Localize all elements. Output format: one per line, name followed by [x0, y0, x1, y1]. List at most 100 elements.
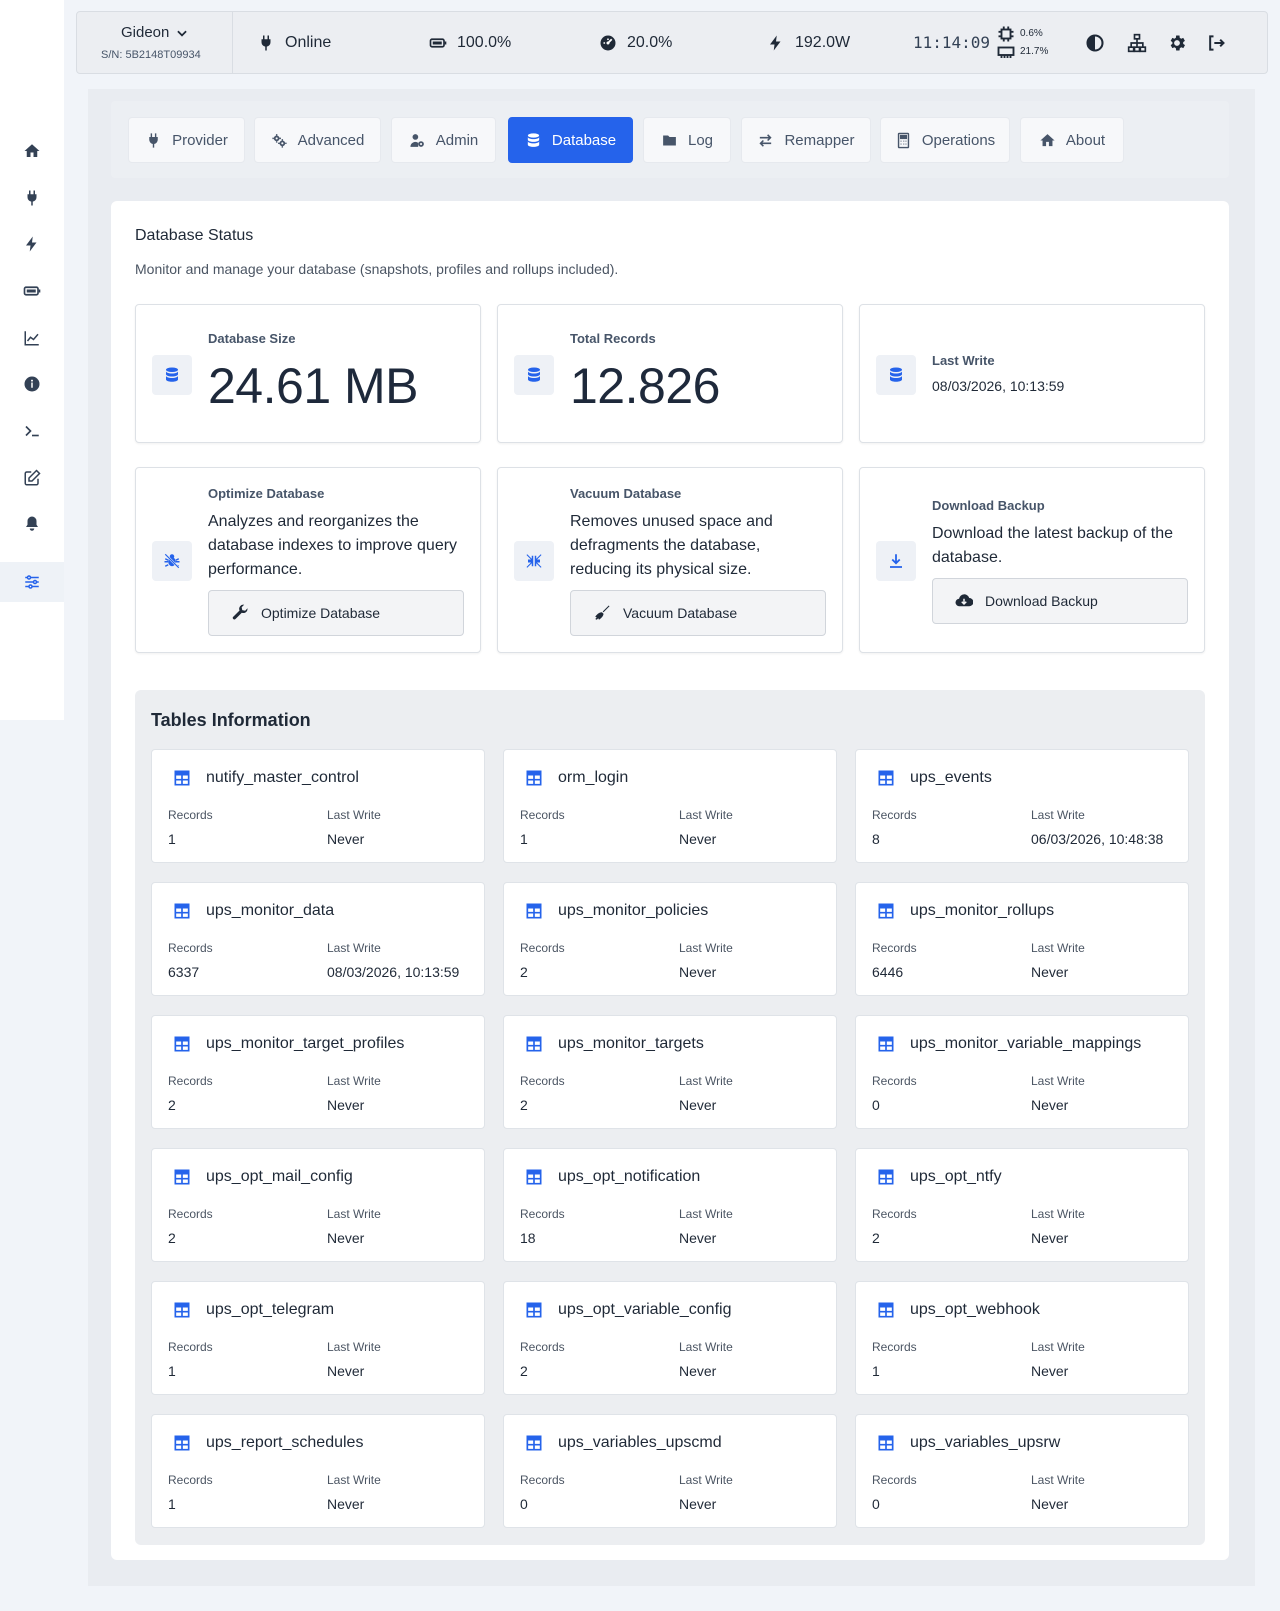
clock-value: 11:14:09	[913, 33, 991, 52]
table-card: ups_events Records Last Write 8 06/03/2026, …	[855, 749, 1189, 863]
table-name: nutify_master_control	[206, 769, 359, 786]
load-value: 20.0%	[627, 33, 673, 51]
table-name: ups_monitor_variable_mappings	[910, 1035, 1142, 1052]
records-label: Records	[520, 941, 565, 955]
plug-icon	[27, 190, 37, 206]
last-write-label: Last Write	[679, 1473, 733, 1487]
sidebar-terminal[interactable]	[0, 411, 64, 451]
sidebar-settings[interactable]	[0, 562, 64, 602]
status-load: 20.0%	[575, 12, 743, 73]
tab-log[interactable]: Log	[643, 117, 731, 163]
table-card: orm_login Records Last Write 1 Never	[503, 749, 837, 863]
table-card: ups_monitor_data Records Last Write 6337 08/…	[151, 882, 485, 996]
records-label: Records	[520, 1473, 565, 1487]
records-value: 0	[520, 1496, 528, 1512]
table-icon	[878, 1036, 894, 1052]
sidebar-home[interactable]	[0, 131, 64, 171]
last-write-label: Last Write	[327, 1473, 381, 1487]
table-card-header: nutify_master_control	[172, 768, 359, 788]
table-card: ups_opt_telegram Records Last Write 1 Never	[151, 1281, 485, 1395]
tab-provider[interactable]: Provider	[128, 117, 245, 163]
network-button[interactable]	[1127, 33, 1147, 53]
last-write-label: Last Write	[327, 941, 381, 955]
records-value: 2	[520, 964, 528, 980]
table-name: ups_monitor_policies	[558, 902, 709, 919]
table-card: ups_variables_upsrw Records Last Write 0 Nev…	[855, 1414, 1189, 1528]
arrows-icon	[759, 133, 773, 147]
sidebar-chart[interactable]	[0, 318, 64, 358]
main-panel: Provider Advanced Admin Database Log Rem…	[88, 89, 1255, 1586]
table-card: ups_opt_notification Records Last Write 18 N…	[503, 1148, 837, 1262]
database-status-panel: Database Status Monitor and manage your …	[111, 201, 1229, 1560]
device-selector[interactable]: Gideon S/N: 5B2148T09934	[77, 12, 233, 73]
sidebar-edit[interactable]	[0, 458, 64, 498]
table-icon	[526, 770, 542, 786]
table-card-header: ups_events	[876, 768, 992, 788]
gauge-icon	[600, 35, 616, 50]
last-write-value: Never	[1031, 1363, 1069, 1379]
records-label: Records	[872, 1473, 917, 1487]
records-value: 1	[168, 1363, 176, 1379]
download-backup-button[interactable]: Download Backup	[932, 578, 1188, 624]
table-icon	[878, 1435, 894, 1451]
tab-label: Operations	[921, 131, 996, 149]
sidebar-battery[interactable]	[0, 271, 64, 311]
records-label: Records	[520, 1074, 565, 1088]
records-label: Records	[520, 1207, 565, 1221]
cloud-download-icon	[955, 594, 973, 607]
table-icon	[174, 770, 190, 786]
tab-operations[interactable]: Operations	[880, 117, 1010, 163]
table-card-header: ups_report_schedules	[172, 1433, 363, 1453]
tab-about[interactable]: About	[1020, 117, 1124, 163]
tab-admin[interactable]: Admin	[391, 117, 496, 163]
sidebar	[0, 0, 64, 720]
table-icon	[526, 1302, 542, 1318]
table-name: ups_opt_ntfy	[910, 1168, 1002, 1185]
database-icon	[166, 367, 178, 382]
bolt-icon	[770, 35, 781, 50]
tab-remapper[interactable]: Remapper	[741, 117, 871, 163]
house-icon	[1040, 133, 1055, 146]
vacuum-database-button[interactable]: Vacuum Database	[570, 590, 826, 636]
status-power: 192.0W	[743, 12, 889, 73]
tab-database[interactable]: Database	[508, 117, 633, 163]
optimize-database-button[interactable]: Optimize Database	[208, 590, 464, 636]
tab-advanced[interactable]: Advanced	[254, 117, 381, 163]
sidebar-power[interactable]	[0, 224, 64, 264]
total-records-card: Total Records 12.826	[497, 304, 843, 443]
cpu-row: 0.6%	[997, 25, 1048, 43]
device-name: Gideon	[121, 24, 170, 41]
table-name: ups_opt_webhook	[910, 1301, 1040, 1318]
last-write-value: Never	[679, 964, 717, 980]
table-card-header: ups_monitor_rollups	[876, 901, 1054, 921]
database-icon	[528, 367, 540, 382]
records-label: Records	[168, 1340, 213, 1354]
last-write-value: Never	[327, 1496, 365, 1512]
table-icon	[526, 1036, 542, 1052]
terminal-icon	[25, 425, 39, 437]
settings-button[interactable]	[1167, 33, 1187, 53]
theme-toggle[interactable]	[1085, 33, 1105, 53]
last-write-value: Never	[1031, 1230, 1069, 1246]
table-card-header: ups_monitor_variable_mappings	[876, 1034, 1141, 1054]
status-online: Online	[233, 12, 405, 73]
last-write-value: 08/03/2026, 10:13:59	[327, 964, 460, 980]
records-label: Records	[872, 941, 917, 955]
records-value: 2	[168, 1097, 176, 1113]
logout-button[interactable]	[1206, 33, 1226, 53]
table-card: ups_report_schedules Records Last Write 1 Ne…	[151, 1414, 485, 1528]
table-icon	[878, 1302, 894, 1318]
sidebar-notifications[interactable]	[0, 504, 64, 544]
table-card-header: ups_monitor_policies	[524, 901, 708, 921]
records-value: 1	[168, 1496, 176, 1512]
records-label: Records	[168, 1074, 213, 1088]
top-status-bar: Gideon S/N: 5B2148T09934 Online 100.0% 2…	[76, 11, 1268, 74]
network-icon	[1127, 33, 1147, 52]
sidebar-provider[interactable]	[0, 178, 64, 218]
table-icon	[526, 1169, 542, 1185]
table-name: ups_opt_telegram	[206, 1301, 335, 1318]
database-icon	[527, 132, 540, 147]
vacuum-card: Vacuum Database Removes unused space and…	[497, 467, 843, 653]
sidebar-info[interactable]	[0, 364, 64, 404]
card-label: Database Size	[208, 331, 296, 346]
